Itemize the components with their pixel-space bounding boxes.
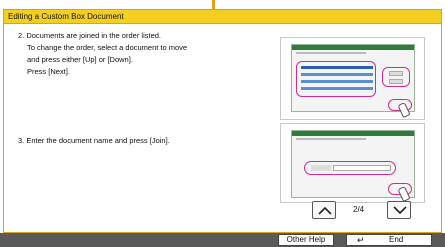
highlighted-name-field [304,161,396,175]
step-2-line-1: 2. Documents are joined in the order lis… [18,31,161,40]
panel-title: Editing a Custom Box Document [4,10,441,24]
list-row [301,87,373,90]
list-row [301,73,373,76]
step-3-illustration [280,123,425,203]
document-name-screen [291,130,415,203]
title-connector [212,0,215,9]
screen-caption [296,138,366,140]
other-help-button[interactable]: Other Help [278,234,334,246]
screen-title-bar [292,45,414,50]
list-row [301,66,373,69]
step-2-line-4: Press [Next]. [27,67,70,76]
up-button-mini [389,71,403,76]
down-button-mini [389,79,403,84]
step-3-line-1: 3. Enter the document name and press [Jo… [18,136,170,145]
chevron-up-icon [318,206,332,215]
step-3-text: 3. Enter the document name and press [Jo… [18,135,170,147]
step-2-illustration [280,37,425,120]
list-row [301,80,373,83]
end-button-label: End [389,235,404,244]
page-down-button[interactable] [387,201,411,219]
screen-caption [296,52,366,54]
end-button[interactable]: ↵ End [346,234,432,246]
highlighted-document-list [296,61,376,97]
chevron-down-icon [393,206,407,215]
page-indicator: 2/4 [353,205,365,214]
page-up-button[interactable] [312,201,336,219]
screen-title-bar [292,131,414,136]
step-2-line-3: and press either [Up] or [Down]. [27,55,133,64]
return-arrow-icon: ↵ [357,235,365,245]
highlighted-up-down-buttons [382,67,410,87]
step-2-text: 2. Documents are joined in the order lis… [18,30,187,78]
document-list-screen [291,44,415,119]
step-2-line-2: To change the order, select a document t… [27,43,188,52]
